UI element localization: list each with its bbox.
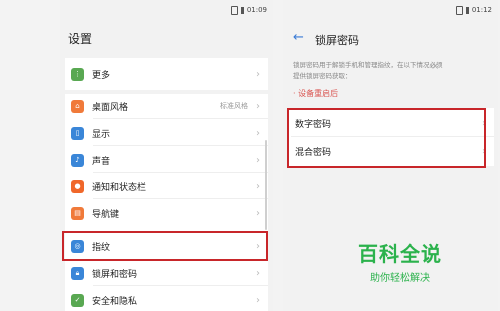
settings-item-label: 桌面风格 [92,102,129,113]
settings-item-label: 通知和状态栏 [92,182,147,193]
status-time: 01:12 [471,6,492,14]
signal-icon [455,5,463,15]
scrollbar[interactable] [265,140,267,230]
status-bar: 01:09 [60,0,273,20]
settings-item-more[interactable]: ⋮ 更多 › [65,66,268,82]
divider [93,198,268,199]
settings-item-label: 显示 [92,129,111,140]
settings-item-nav-key[interactable]: ▤ 导航键 › [65,205,268,221]
settings-item-label: 安全和隐私 [92,296,138,307]
settings-card-more: ⋮ 更多 › [65,58,268,90]
password-options-highlight-box [287,108,486,168]
settings-item-label: 锁屏和密码 [92,269,138,280]
chevron-right-icon: › [256,207,260,219]
watermark-title: 百科全说 [358,242,442,266]
chevron-right-icon: › [256,180,260,192]
home-icon: ⌂ [71,99,84,113]
divider [93,118,268,119]
settings-item-label: 声音 [92,156,111,167]
chevron-right-icon: › [256,100,260,112]
settings-item-label: 导航键 [92,209,120,220]
watermark: 百科全说 助你轻松解决 [340,238,460,284]
chevron-right-icon: › [256,68,260,80]
more-icon: ⋮ [71,67,84,81]
lock-icon: 🔒︎ [71,266,84,280]
settings-item-lock-screen[interactable]: 🔒︎ 锁屏和密码 › [65,265,268,281]
status-time: 01:09 [246,6,267,14]
watermark-subtitle: 助你轻松解决 [370,273,430,284]
settings-item-desktop-style[interactable]: ⌂ 桌面风格 标准风格 › [65,98,268,114]
divider [93,145,268,146]
sound-icon: ♪ [71,153,84,167]
shield-icon: ✓ [71,293,84,307]
settings-screen: 01:09 设置 ⋮ 更多 › ⌂ 桌面风格 标准风格 › ▯ 显示 › ♪ 声… [60,0,273,311]
page-title: 设置 [68,32,93,46]
settings-item-notifications[interactable]: ● 通知和状态栏 › [65,178,268,194]
chevron-right-icon: › [256,127,260,139]
settings-item-sound[interactable]: ♪ 声音 › [65,152,268,168]
settings-card-main: ⌂ 桌面风格 标准风格 › ▯ 显示 › ♪ 声音 › ● 通知和状态栏 › ▤… [65,94,268,311]
chevron-right-icon: › [256,267,260,279]
close-icon[interactable]: × [431,61,439,72]
divider [93,172,268,173]
device-restart-link[interactable]: · 设备重启后 [293,88,338,99]
display-icon: ▯ [71,126,84,140]
lock-description: 锁屏密码用于解锁手机和管理指纹，在以下情况必须提供锁屏密码获取： [293,61,443,80]
chevron-right-icon: › [256,294,260,306]
back-arrow-icon[interactable]: ← [293,30,304,45]
settings-item-security[interactable]: ✓ 安全和隐私 › [65,292,268,308]
status-bar: 01:12 [283,0,498,20]
fingerprint-highlight-box [62,231,268,261]
battery-icon [465,6,469,14]
chevron-right-icon: › [256,154,260,166]
page-title: 锁屏密码 [315,34,359,47]
signal-icon [230,5,238,15]
settings-item-display[interactable]: ▯ 显示 › [65,125,268,141]
battery-icon [240,6,244,14]
nav-key-icon: ▤ [71,206,84,220]
settings-item-label: 更多 [92,70,111,81]
divider [93,285,268,286]
settings-item-value: 标准风格 [220,102,248,110]
bell-icon: ● [71,179,84,193]
